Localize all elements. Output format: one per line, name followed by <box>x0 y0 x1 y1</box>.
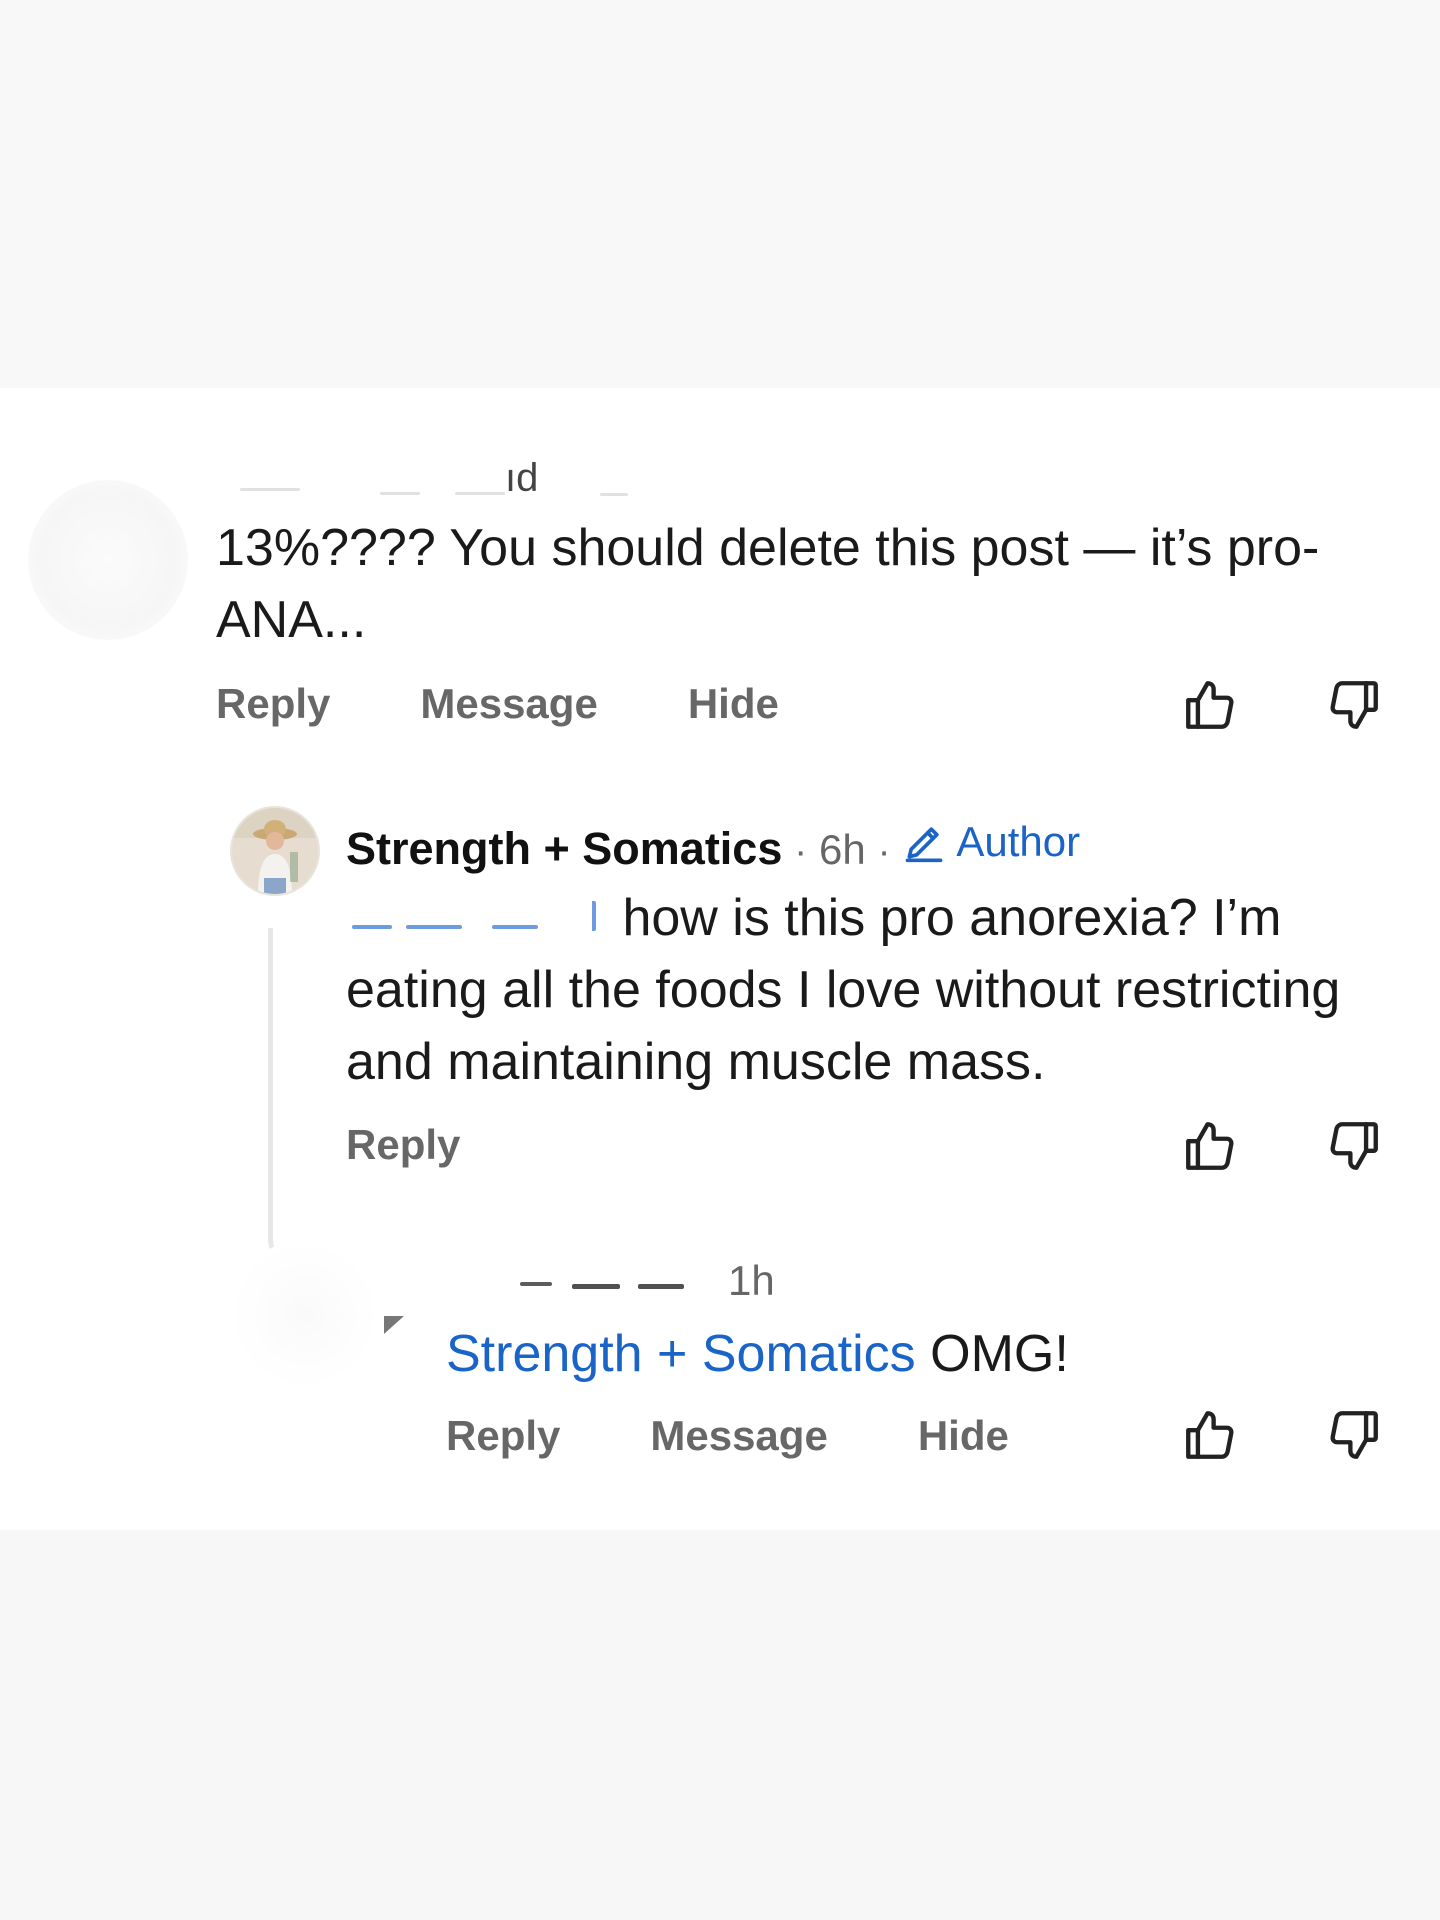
reply-button[interactable]: Reply <box>216 683 330 725</box>
separator-dot: · <box>877 831 891 873</box>
comment-body: OMG! <box>915 1325 1069 1383</box>
thumbs-down-icon[interactable] <box>1325 676 1383 734</box>
reply-button[interactable]: Reply <box>446 1415 560 1457</box>
thumbs-down-icon[interactable] <box>1325 1406 1383 1464</box>
pencil-icon <box>906 827 943 863</box>
avatar[interactable] <box>28 480 188 640</box>
timestamp: 1h <box>728 1257 775 1304</box>
comment-actions: Reply Message Hide <box>446 1415 1009 1457</box>
thread-line <box>268 928 297 1268</box>
comment-text: how is this pro anorexia? I’m eating all… <box>346 882 1406 1098</box>
thumbs-down-icon[interactable] <box>1325 1117 1383 1175</box>
comment-author-name[interactable] <box>180 452 628 500</box>
author-badge-label: Author <box>956 818 1081 865</box>
comment-author-name-fragment: ıd <box>505 456 539 500</box>
comment-text: Strength + Somatics OMG! <box>446 1318 1069 1390</box>
thumbs-up-icon[interactable] <box>1181 1117 1239 1175</box>
top-blank-area <box>0 0 1440 388</box>
hide-button[interactable]: Hide <box>688 683 779 725</box>
comment-author-name[interactable]: Strength + Somatics <box>346 826 782 871</box>
comment-author-name[interactable] <box>520 1280 690 1292</box>
mention-link[interactable]: Strength + Somatics <box>446 1325 916 1383</box>
thumbs-up-icon[interactable] <box>1181 676 1239 734</box>
comment-text: 13%???? You should delete this post — it… <box>216 519 1320 649</box>
comment-header: Strength + Somatics · 6h · Author <box>346 820 1080 873</box>
avatar[interactable] <box>230 806 320 896</box>
message-button[interactable]: Message <box>650 1415 827 1457</box>
timestamp: 6h <box>819 826 866 873</box>
reply-button[interactable]: Reply <box>346 1124 460 1166</box>
hide-button[interactable]: Hide <box>918 1415 1009 1457</box>
avatar[interactable] <box>230 1240 380 1390</box>
separator-dot: · <box>794 831 808 873</box>
mention-link[interactable] <box>346 889 608 935</box>
bottom-blank-area <box>0 1530 1440 1920</box>
thumbs-up-icon[interactable] <box>1181 1406 1239 1464</box>
author-badge: Author <box>902 820 1080 864</box>
message-button[interactable]: Message <box>420 683 597 725</box>
comment-actions: Reply Message Hide <box>216 683 779 725</box>
comment-actions: Reply <box>346 1124 460 1166</box>
